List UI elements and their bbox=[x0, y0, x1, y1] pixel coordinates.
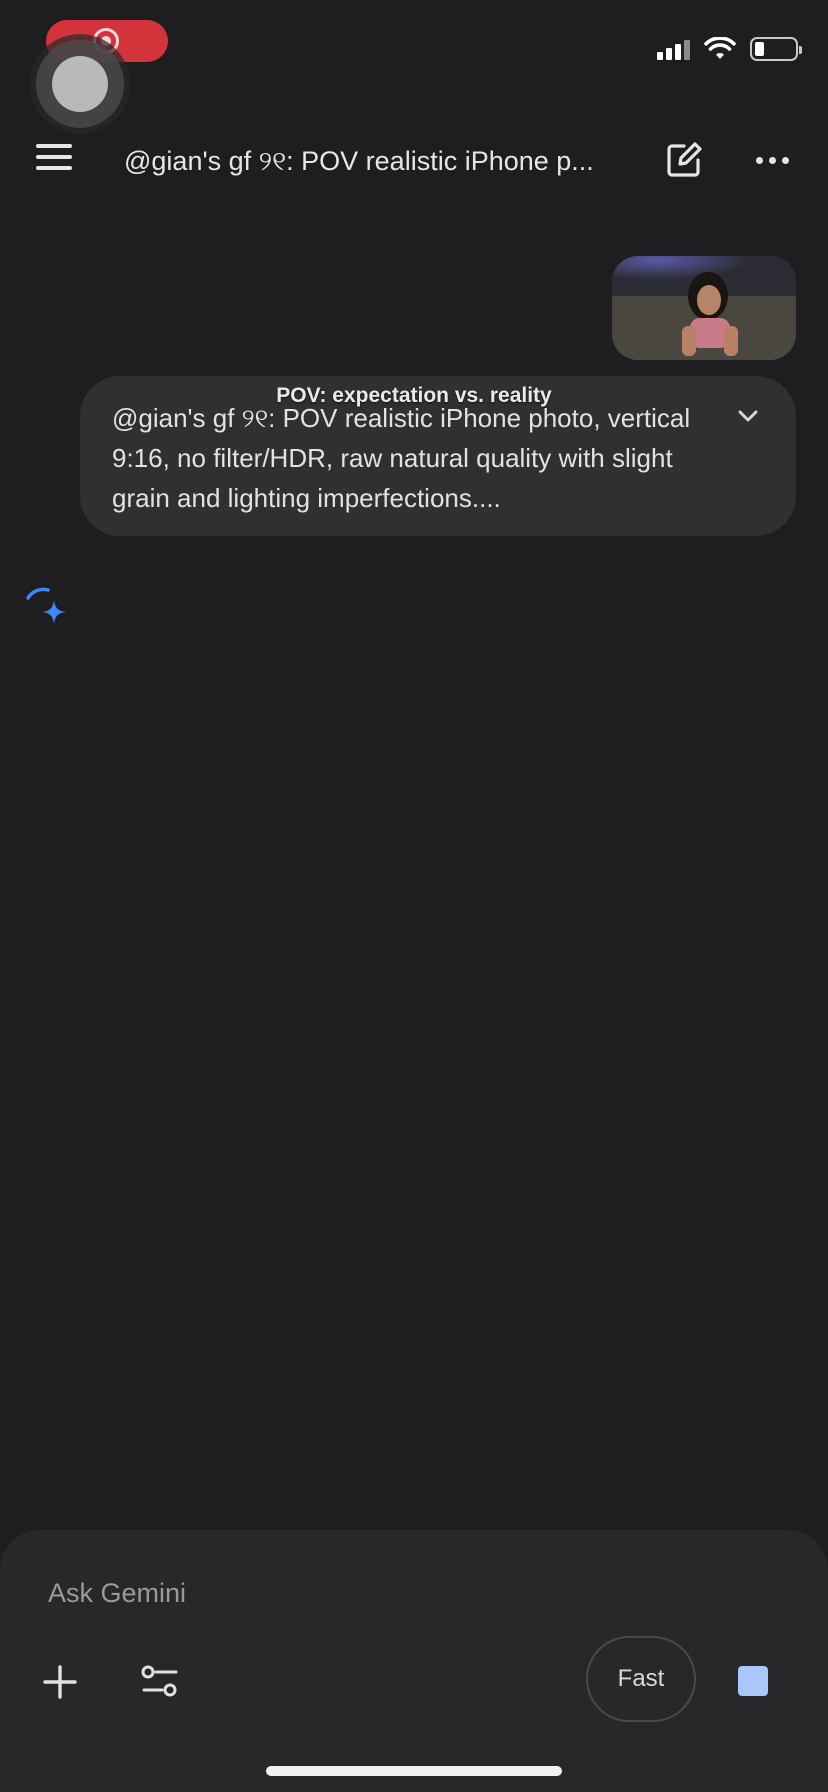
message-composer: Ask Gemini Fast bbox=[0, 1530, 828, 1792]
more-options-button[interactable] bbox=[756, 146, 792, 174]
cellular-signal-icon bbox=[657, 38, 690, 60]
gemini-spark-icon bbox=[26, 587, 66, 624]
battery-icon bbox=[750, 37, 802, 61]
attached-photo-thumbnail[interactable] bbox=[612, 256, 796, 360]
new-chat-edit-icon bbox=[667, 142, 702, 177]
hamburger-menu-icon bbox=[36, 144, 72, 148]
wifi-icon bbox=[704, 37, 736, 59]
chat-title: @gian's gf ୨୧: POV realistic iPhone p... bbox=[124, 146, 594, 176]
chat-header: @gian's gf ୨୧: POV realistic iPhone p... bbox=[0, 120, 828, 200]
photo-image bbox=[612, 256, 796, 360]
chevron-down-icon[interactable] bbox=[734, 406, 762, 426]
more-horizontal-icon bbox=[756, 156, 763, 164]
user-prompt-text: @gian's gf ୨୧: POV realistic iPhone phot… bbox=[112, 403, 691, 513]
assistive-touch-button[interactable] bbox=[36, 40, 124, 128]
new-chat-button[interactable] bbox=[664, 140, 704, 180]
status-bar-icons bbox=[657, 36, 802, 62]
video-overlay-caption: POV: expectation vs. reality bbox=[276, 384, 552, 407]
home-indicator[interactable] bbox=[266, 1766, 562, 1776]
plus-icon[interactable] bbox=[42, 1664, 78, 1700]
tools-sliders-icon[interactable] bbox=[140, 1662, 180, 1702]
model-mode-button[interactable]: Fast bbox=[586, 1636, 696, 1722]
gemini-chat-screen: @gian's gf ୨୧: POV realistic iPhone p... bbox=[0, 0, 828, 1792]
stop-square-icon[interactable] bbox=[738, 1666, 768, 1696]
ask-gemini-input[interactable]: Ask Gemini bbox=[48, 1578, 588, 1618]
menu-button[interactable] bbox=[36, 144, 76, 176]
